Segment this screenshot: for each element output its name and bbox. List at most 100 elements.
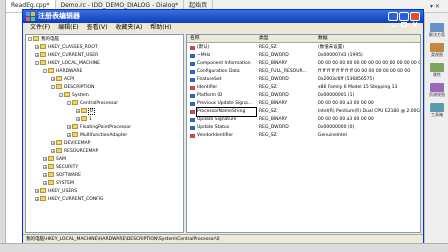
title-bar[interactable]: 注册表编辑器: [23, 10, 423, 28]
tree-item-label: HKEY_CLASSES_ROOT: [48, 45, 98, 50]
value-row-configuration-data[interactable]: Configuration Data REG_FULL_RESOUR... ff…: [187, 68, 420, 76]
tree-item-label: MultifunctionAdapter: [80, 133, 128, 138]
tree-item-central-processor[interactable]: - CentralProcessor: [67, 100, 118, 107]
tree-item-multifunction-adapter[interactable]: + MultifunctionAdapter: [67, 132, 127, 139]
expand-icon[interactable]: +: [43, 173, 47, 177]
value-row-previous-update-signature[interactable]: Previous Update Signa... REG_BINARY 00 0…: [187, 100, 420, 108]
ide-right-toolbox: 解决方案 类视图 属性 资源视图 工具箱: [424, 13, 448, 243]
value-row-identifier[interactable]: Identifier REG_SZ x86 Family 6 Model 15 …: [187, 84, 420, 92]
ide-tab-overflow-icon[interactable]: ▾ ✕: [430, 3, 440, 10]
expand-icon[interactable]: +: [43, 165, 47, 169]
properties-icon: [430, 63, 444, 72]
tree-item-system[interactable]: - System: [59, 92, 89, 99]
maximize-button[interactable]: [399, 12, 409, 27]
close-button[interactable]: [410, 12, 420, 28]
expand-icon[interactable]: +: [35, 189, 39, 193]
value-row-mhz[interactable]: ~MHz REG_DWORD 0x000007d3 (1995): [187, 52, 420, 60]
value-type: REG_BINARY: [259, 117, 288, 122]
value-name: (默认): [197, 45, 210, 50]
solution-explorer-label: 解决方案: [429, 32, 445, 37]
tree-item-hkey-classes-root[interactable]: + HKEY_CLASSES_ROOT: [35, 44, 98, 51]
toolbox-tab[interactable]: 工具箱: [427, 103, 447, 119]
expand-icon[interactable]: +: [51, 141, 55, 145]
collapse-icon[interactable]: -: [28, 37, 32, 41]
tree-item-description[interactable]: - DESCRIPTION: [51, 84, 94, 91]
expand-icon[interactable]: +: [43, 181, 47, 185]
menu-edit[interactable]: 编辑(E): [54, 23, 82, 33]
class-view-tab[interactable]: 类视图: [427, 43, 447, 59]
tree-item-resourcemap[interactable]: + RESOURCEMAP: [51, 148, 98, 155]
tree-item-cpu-0[interactable]: +0: [76, 108, 95, 115]
tree-item-acpi[interactable]: + ACPI: [51, 76, 74, 83]
expand-icon[interactable]: +: [51, 149, 55, 153]
tree-item-hkey-current-config[interactable]: + HKEY_CURRENT_CONFIG: [35, 196, 104, 203]
menu-help[interactable]: 帮助(H): [146, 23, 175, 33]
folder-icon: [40, 188, 46, 193]
tree-item-software[interactable]: + SOFTWARE: [43, 172, 81, 179]
value-row-update-signature[interactable]: Update Signature REG_BINARY 00 00 00 00 …: [187, 116, 420, 124]
tree-item-hkey-users[interactable]: + HKEY_USERS: [35, 188, 77, 195]
menu-favorites[interactable]: 收藏夹(A): [111, 23, 146, 33]
collapse-icon[interactable]: -: [67, 101, 71, 105]
value-row-processor-name-string[interactable]: ProcessorNameString REG_SZ Intel(R) Pent…: [187, 107, 420, 117]
tree-item-system-hive[interactable]: + SYSTEM: [43, 180, 74, 187]
value-name: Platform ID: [197, 93, 223, 98]
folder-icon: [72, 124, 78, 129]
value-data: 00 00 00 00 a3 00 00 00: [318, 101, 374, 106]
folder-icon: [48, 172, 54, 177]
value-row-update-status[interactable]: Update Status REG_DWORD 0x00000000 (0): [187, 124, 420, 132]
value-row-default[interactable]: (默认) REG_SZ (数值未设置): [187, 44, 420, 52]
tree-item-sam[interactable]: + SAM: [43, 156, 66, 163]
resource-view-tab[interactable]: 资源视图: [427, 83, 447, 99]
tree-item-label: 1: [89, 117, 92, 122]
expand-icon[interactable]: +: [35, 197, 39, 201]
expand-icon[interactable]: +: [35, 45, 39, 49]
binary-value-icon: [190, 62, 195, 66]
collapse-icon[interactable]: -: [51, 85, 55, 89]
registry-editor-window: 注册表编辑器 文件(F) 编辑(E) 查看(V) 收藏夹(A) 帮助(H) - 我…: [22, 9, 424, 243]
folder-icon: [56, 148, 62, 153]
tree-item-floating-point-processor[interactable]: + FloatingPointProcessor: [67, 124, 131, 131]
expand-icon[interactable]: +: [76, 109, 80, 113]
tree-item-hkey-current-user[interactable]: + HKEY_CURRENT_USER: [35, 52, 98, 59]
column-header-type[interactable]: 类型: [259, 35, 269, 43]
value-row-featureset[interactable]: FeatureSet REG_DWORD 0x2003c6ff (5368565…: [187, 76, 420, 84]
resource-view-label: 资源视图: [429, 92, 445, 97]
expand-icon[interactable]: +: [67, 125, 71, 129]
value-row-component-information[interactable]: Component Information REG_BINARY 00 00 0…: [187, 60, 420, 68]
expand-icon[interactable]: +: [51, 77, 55, 81]
menu-file[interactable]: 文件(F): [26, 23, 54, 33]
collapse-icon[interactable]: -: [35, 61, 39, 65]
registry-key-tree[interactable]: - 我的电脑 + HKEY_CLASSES_ROOT + HKEY_CURRENT_U…: [25, 34, 184, 233]
expand-icon[interactable]: +: [67, 133, 71, 137]
collapse-icon[interactable]: -: [59, 93, 63, 97]
tree-item-my-computer[interactable]: - 我的电脑: [28, 36, 59, 43]
expand-icon[interactable]: +: [35, 53, 39, 57]
tree-item-label: HKEY_CURRENT_USER: [48, 53, 99, 58]
tree-item-hardware[interactable]: - HARDWARE: [43, 68, 82, 75]
minimize-button[interactable]: [388, 12, 398, 27]
folder-open-icon: [40, 60, 46, 65]
menu-view[interactable]: 查看(V): [83, 23, 112, 33]
registry-values-list[interactable]: 名称 类型 数据 (默认) REG_SZ (数值未设置) ~MHz REG_DW…: [186, 34, 421, 233]
properties-tab[interactable]: 属性: [427, 63, 447, 79]
expand-icon[interactable]: +: [43, 157, 47, 161]
value-data: 0x000007d3 (1995): [318, 53, 363, 58]
column-header-data[interactable]: 数据: [318, 35, 328, 43]
expand-icon[interactable]: +: [76, 117, 80, 121]
column-header-name[interactable]: 名称: [190, 35, 200, 43]
tree-item-security[interactable]: + SECURITY: [43, 164, 78, 171]
tree-item-devicemap[interactable]: + DEVICEMAP: [51, 140, 90, 147]
folder-icon: [72, 132, 78, 137]
value-row-platform-id[interactable]: Platform ID REG_DWORD 0x00000001 (1): [187, 92, 420, 100]
solution-explorer-tab[interactable]: 解决方案: [427, 23, 447, 39]
binary-value-icon: [190, 70, 195, 74]
tree-item-hkey-local-machine[interactable]: - HKEY_LOCAL_MACHINE: [35, 60, 100, 67]
value-type: REG_DWORD: [259, 53, 289, 58]
folder-open-icon: [56, 84, 62, 89]
folder-icon: [48, 156, 54, 161]
collapse-icon[interactable]: -: [43, 69, 47, 73]
value-row-vendor-identifier[interactable]: VendorIdentifier REG_SZ GenuineIntel: [187, 132, 420, 140]
value-type: REG_SZ: [259, 109, 277, 114]
tree-item-cpu-1[interactable]: +1: [76, 116, 92, 123]
